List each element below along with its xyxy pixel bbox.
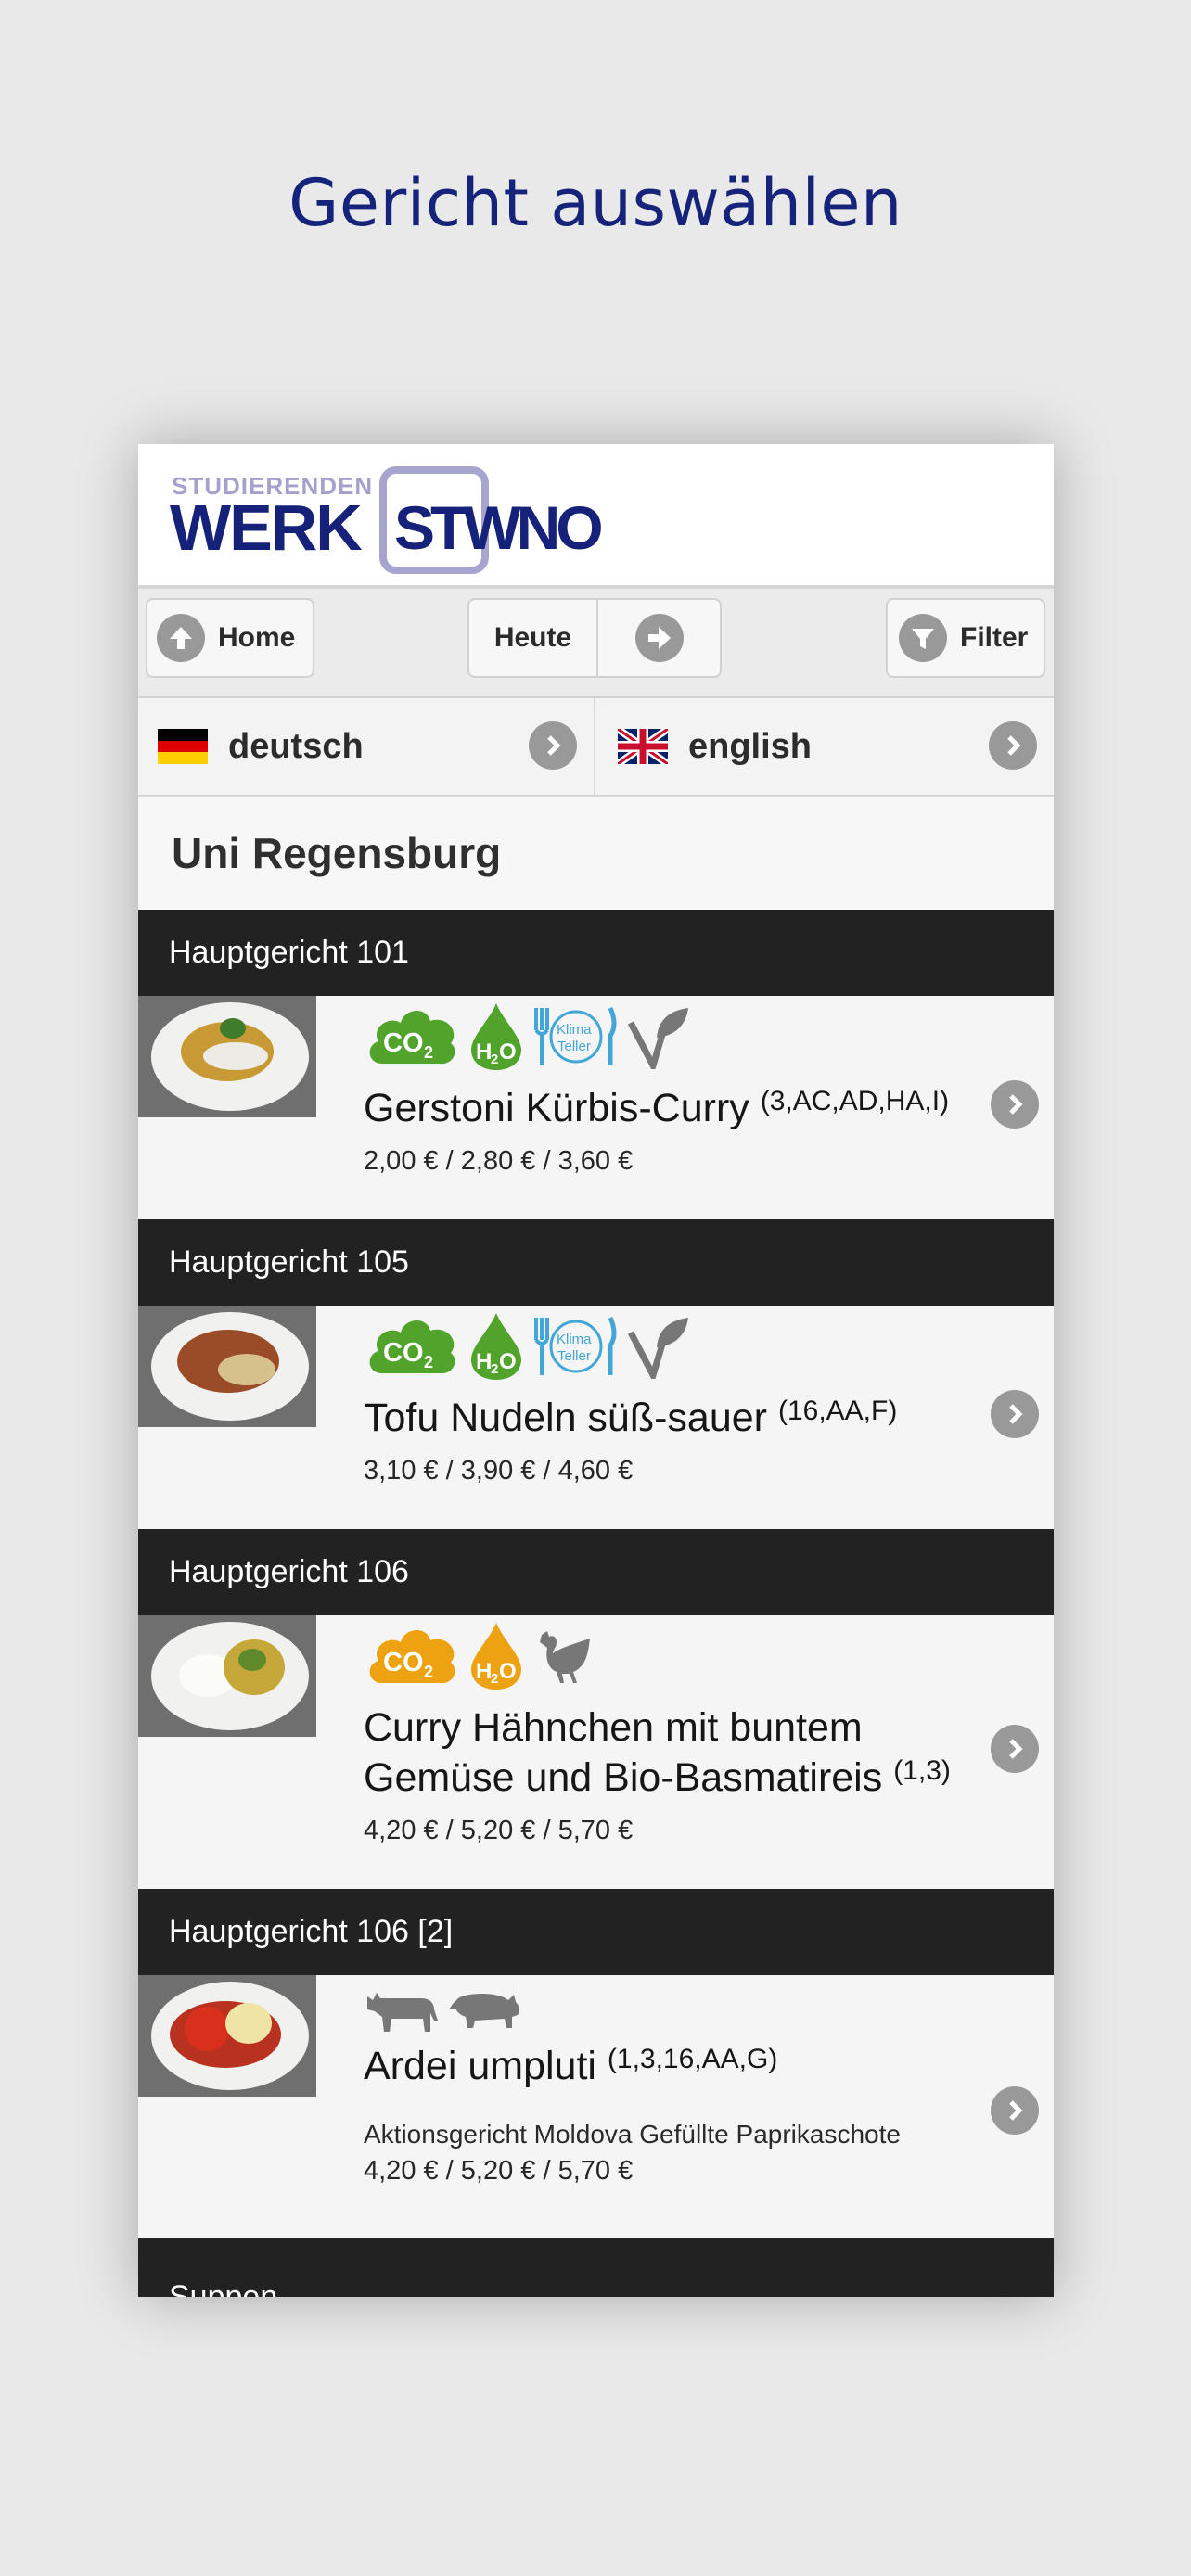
filter-funnel-icon (899, 614, 947, 662)
svg-text:2: 2 (424, 1043, 433, 1062)
klima-teller-icon: Klima Teller (534, 1316, 617, 1375)
svg-text:H: H (476, 1349, 492, 1374)
chevron-right-icon (991, 1080, 1039, 1129)
svg-text:CO: CO (383, 1028, 424, 1058)
co2-green-icon: CO 2 (369, 1010, 455, 1065)
dish-item-tofu-nudeln[interactable]: CO 2 H 2 O Klima Teller Tofu Nudeln süß- (138, 1306, 1054, 1529)
svg-text:O: O (499, 1659, 517, 1684)
filter-label: Filter (960, 622, 1029, 653)
dish-name: Tofu Nudeln süß-sauer (16,AA,F) (364, 1396, 898, 1440)
app-screen: STUDIERENDEN WERK STWNO Home Heute Filte… (138, 444, 1054, 2297)
dish-name: Curry Hähnchen mit buntem Gemüse und Bio… (364, 1705, 951, 1800)
svg-text:H: H (476, 1039, 492, 1065)
dish-allergens: (1,3,16,AA,G) (607, 2044, 778, 2074)
dish-price: 4,20 € / 5,20 € / 5,70 € (364, 1816, 634, 1845)
co2-orange-icon: CO 2 (369, 1629, 455, 1684)
logo-header: STUDIERENDEN WERK STWNO (138, 444, 1054, 589)
today-button[interactable]: Heute (469, 600, 598, 676)
dish-price: 3,10 € / 3,90 € / 4,60 € (364, 1456, 634, 1486)
dish-name: Gerstoni Kürbis-Curry (3,AC,AD,HA,I) (364, 1086, 950, 1130)
h2o-green-icon: H 2 O (471, 1313, 521, 1380)
cow-icon (367, 1993, 438, 2032)
dish-photo (138, 1615, 316, 1737)
category-header: Hauptgericht 105 (138, 1219, 1054, 1306)
german-flag-icon (158, 729, 208, 764)
dish-badges: CO 2 H 2 O Klima Teller (364, 1001, 692, 1073)
dish-allergens: (3,AC,AD,HA,I) (760, 1086, 950, 1116)
navigation-bar: Home Heute Filter (138, 589, 1054, 698)
svg-text:2: 2 (491, 1052, 498, 1067)
arrow-right-icon (634, 614, 684, 662)
english-label: english (688, 726, 813, 766)
dish-badges: CO 2 H 2 O Klima Teller (364, 1310, 692, 1383)
chicken-icon (540, 1631, 590, 1683)
category-header: Suppen (138, 2238, 1054, 2297)
chevron-right-icon (529, 721, 577, 770)
chevron-right-icon (991, 1390, 1039, 1438)
dish-note: Aktionsgericht Moldova Gefüllte Paprikas… (364, 2120, 901, 2149)
vegan-leaf-icon (627, 1318, 688, 1379)
language-german-button[interactable]: deutsch (138, 698, 594, 795)
svg-text:Teller: Teller (557, 1039, 591, 1054)
svg-text:CO: CO (383, 1338, 424, 1368)
dish-allergens: (1,3) (893, 1754, 951, 1786)
home-label: Home (218, 622, 296, 653)
svg-text:2: 2 (424, 1663, 433, 1681)
location-title: Uni Regensburg (138, 797, 1054, 910)
day-selector: Heute (467, 598, 722, 678)
home-button[interactable]: Home (146, 598, 314, 678)
svg-text:Klima: Klima (557, 1332, 592, 1347)
chevron-right-icon (991, 2086, 1039, 2135)
chevron-right-icon (989, 721, 1037, 770)
vegan-leaf-icon (627, 1008, 688, 1069)
dish-photo (138, 1975, 316, 2097)
svg-text:CO: CO (383, 1648, 424, 1677)
dish-item-ardei-umpluti[interactable]: Ardei umpluti (1,3,16,AA,G) Aktionsgeric… (138, 1975, 1054, 2238)
dish-photo (138, 1306, 316, 1427)
h2o-orange-icon: H 2 O (471, 1623, 521, 1690)
dish-price: 4,20 € / 5,20 € / 5,70 € (364, 2156, 634, 2186)
dish-photo (138, 996, 316, 1117)
svg-text:2: 2 (424, 1353, 433, 1371)
language-english-button[interactable]: english (594, 698, 1054, 795)
svg-text:Klima: Klima (557, 1022, 592, 1038)
dish-badges (364, 1983, 523, 2034)
co2-green-icon: CO 2 (369, 1320, 455, 1374)
language-bar: deutsch english (138, 698, 1054, 797)
dish-item-gerstoni[interactable]: CO 2 H 2 O Klima Teller Gerstoni Kürbis- (138, 996, 1054, 1219)
logo-werk-text: WERK (170, 491, 363, 564)
klima-teller-icon: Klima Teller (534, 1006, 617, 1065)
svg-text:2: 2 (491, 1361, 498, 1377)
dish-name: Ardei umpluti (1,3,16,AA,G) (364, 2044, 778, 2088)
category-header: Hauptgericht 106 [2] (138, 1889, 1054, 1975)
svg-text:2: 2 (491, 1671, 498, 1687)
svg-text:H: H (476, 1659, 492, 1684)
dish-price: 2,00 € / 2,80 € / 3,60 € (364, 1146, 634, 1176)
logo-stwno-text: STWNO (394, 493, 604, 562)
chevron-right-icon (991, 1725, 1039, 1773)
svg-text:O: O (499, 1039, 517, 1065)
next-day-button[interactable] (598, 614, 720, 662)
filter-button[interactable]: Filter (886, 598, 1045, 678)
dish-allergens: (16,AA,F) (777, 1396, 898, 1426)
german-label: deutsch (228, 726, 364, 766)
svg-text:O: O (499, 1349, 517, 1374)
svg-text:Teller: Teller (557, 1348, 591, 1364)
category-header: Hauptgericht 106 (138, 1529, 1054, 1615)
arrow-up-icon (157, 614, 205, 662)
dish-item-curry-haehnchen[interactable]: CO 2 H 2 O Curry Hähnchen mit buntem Gem… (138, 1615, 1054, 1889)
page-headline: Gericht auswählen (288, 165, 903, 241)
uk-flag-icon (618, 729, 668, 764)
category-header: Hauptgericht 101 (138, 910, 1054, 996)
pig-icon (449, 1994, 520, 2028)
h2o-green-icon: H 2 O (471, 1003, 521, 1070)
dish-badges: CO 2 H 2 O (364, 1620, 594, 1692)
